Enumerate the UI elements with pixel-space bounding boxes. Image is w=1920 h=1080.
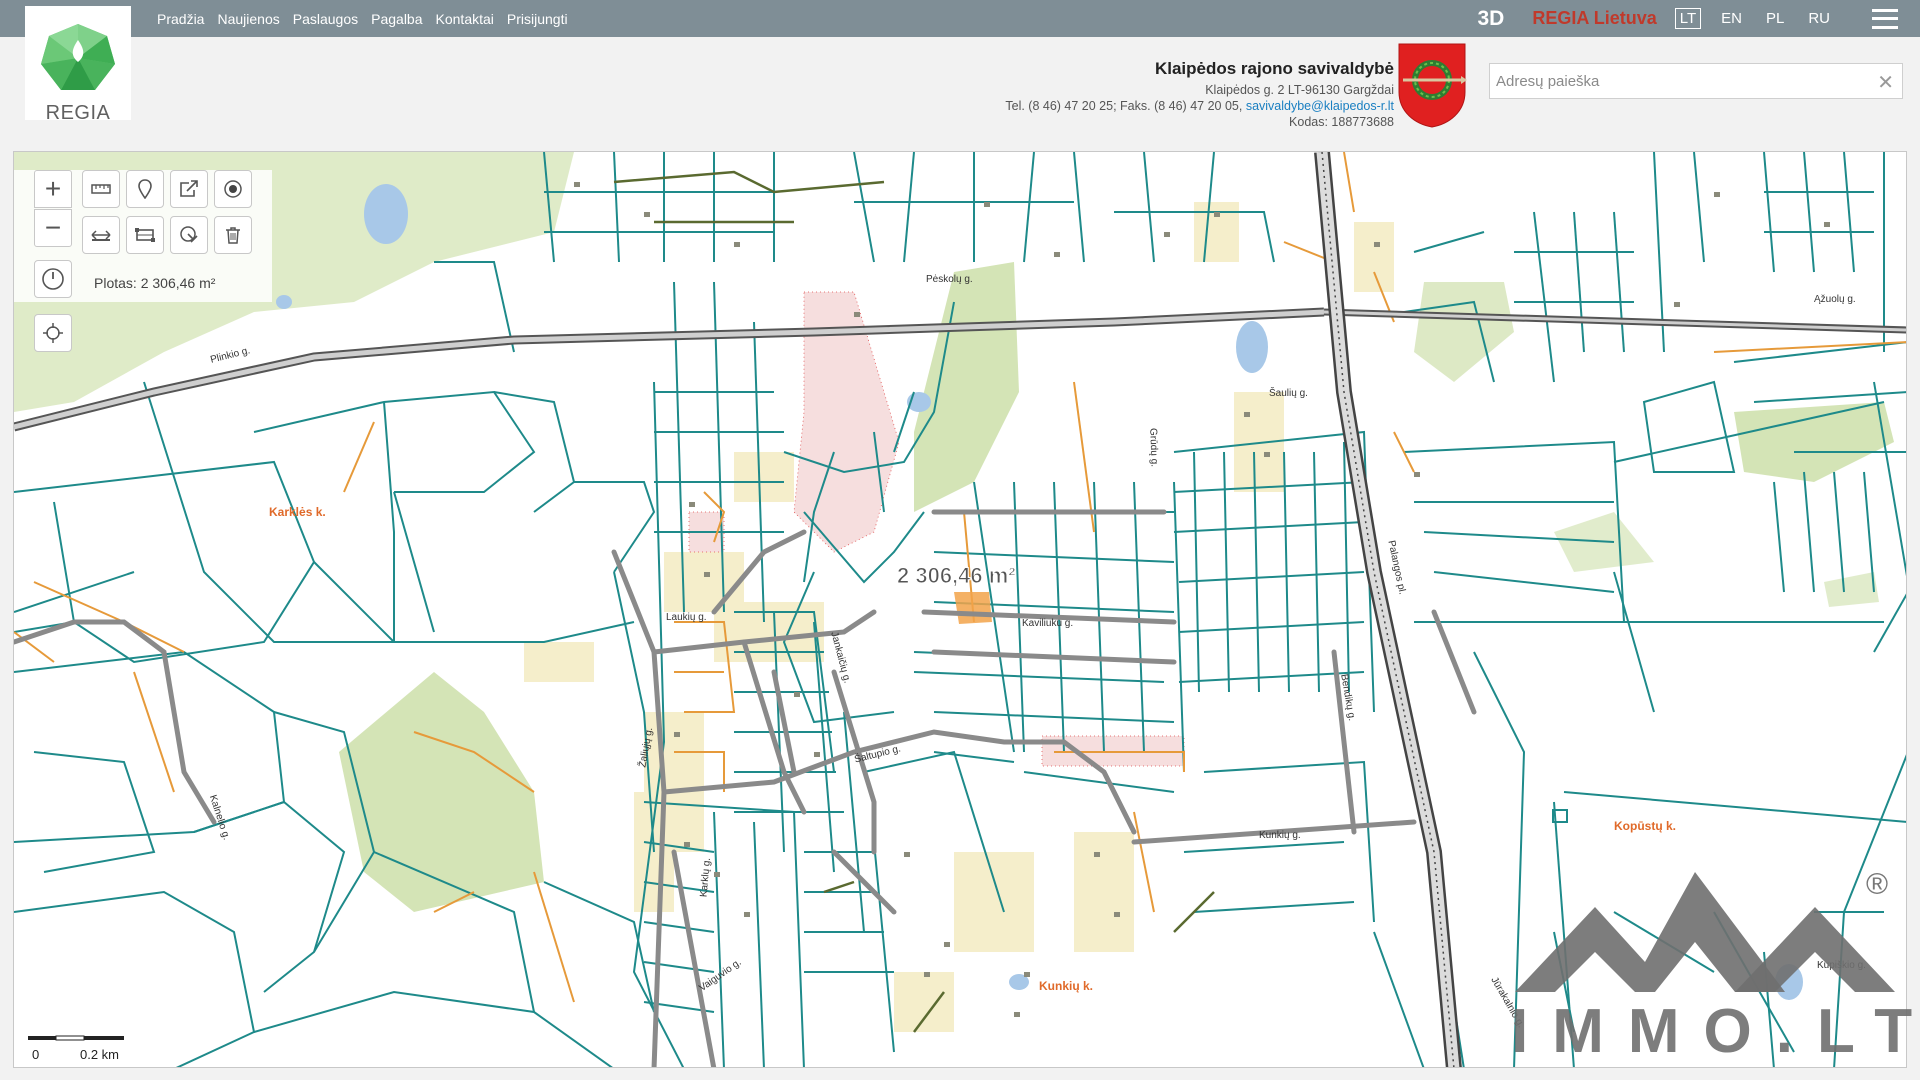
selected-parcel	[954, 592, 992, 624]
street-label: Kaviliuku g.	[1022, 618, 1074, 629]
lang-pl[interactable]: PL	[1762, 9, 1788, 28]
history-icon-svg	[42, 268, 64, 290]
location-icon[interactable]	[214, 170, 252, 208]
measure-radius-icon-svg	[180, 226, 198, 243]
street-label: Šaulių g.	[1269, 388, 1308, 399]
share-icon[interactable]	[170, 170, 208, 208]
municipality-code: Kodas: 188773688	[1289, 115, 1394, 129]
street-label: Ąžuolų g.	[1814, 294, 1856, 305]
scale-zero-label: 0	[32, 1047, 40, 1062]
nav-naujienos[interactable]: Naujienos	[217, 11, 279, 27]
lang-ru[interactable]: RU	[1804, 9, 1834, 28]
municipality-phones: Tel. (8 46) 47 20 25; Faks. (8 46) 47 20…	[1005, 99, 1243, 113]
clear-search-icon[interactable]: ✕	[1877, 70, 1894, 95]
street-label: Grūdų g.	[1147, 427, 1160, 468]
marker-icon-svg	[138, 179, 152, 199]
history-icon[interactable]	[34, 260, 72, 298]
place-label-karkles: Karklės k.	[269, 505, 326, 519]
municipality-title: Klaipėdos rajono savivaldybė	[1154, 59, 1394, 78]
measure-area-icon-svg	[135, 228, 155, 242]
ruler-icon[interactable]	[82, 170, 120, 208]
nav-pagalba[interactable]: Pagalba	[371, 11, 422, 27]
registered-mark: ®	[1866, 868, 1889, 901]
marker-icon[interactable]	[126, 170, 164, 208]
measure-line-icon-svg	[91, 230, 111, 241]
lang-lt[interactable]: LT	[1674, 8, 1702, 29]
measure-area-icon[interactable]	[126, 216, 164, 254]
lang-en[interactable]: EN	[1717, 9, 1746, 28]
municipality-email-link[interactable]: savivaldybe@klaipedos-r.lt	[1246, 99, 1394, 113]
area-readout: Plotas: 2 306,46 m²	[94, 275, 216, 291]
locate-icon-svg	[43, 323, 63, 343]
municipality-info: Klaipėdos rajono savivaldybė Klaipėdos g…	[1005, 58, 1394, 130]
top-bar: Pradžia Naujienos Paslaugos Pagalba Kont…	[0, 0, 1920, 37]
locate-icon[interactable]	[34, 314, 72, 352]
scale-bar	[28, 1035, 124, 1041]
menu-icon[interactable]	[1872, 8, 1898, 29]
nav-paslaugos[interactable]: Paslaugos	[293, 11, 358, 27]
nav-kontaktai[interactable]: Kontaktai	[436, 11, 494, 27]
place-label-kopustu: Kopūstų k.	[1614, 819, 1676, 833]
street-label: Laukių g.	[666, 612, 707, 623]
place-label-kunkiu: Kunkių k.	[1039, 979, 1094, 993]
immo-watermark-text: IMMO.LT	[1511, 997, 1920, 1066]
trash-icon[interactable]	[214, 216, 252, 254]
coat-of-arms-icon	[1398, 43, 1467, 128]
address-search: ✕	[1489, 63, 1903, 99]
green-areas	[14, 152, 1894, 912]
regia-logo[interactable]: REGIA	[25, 6, 131, 124]
nav-pradzia[interactable]: Pradžia	[157, 11, 204, 27]
top-right-controls: 3D REGIA Lietuva LT EN PL RU	[1478, 0, 1920, 37]
regia-lietuva-link[interactable]: REGIA Lietuva	[1532, 8, 1656, 29]
municipality-address: Klaipėdos g. 2 LT-96130 Gargždai	[1205, 83, 1394, 97]
trash-icon-svg	[226, 227, 240, 244]
street-label: Pėskolų g.	[926, 274, 973, 285]
scale-distance-label: 0.2 km	[80, 1047, 120, 1062]
zoom-out-button[interactable]: −	[34, 209, 72, 247]
regia-logo-text: REGIA	[45, 102, 111, 124]
regia-logo-icon	[41, 24, 115, 90]
ruler-icon-svg	[91, 184, 111, 194]
zoom-in-button[interactable]: +	[34, 170, 72, 208]
area-measurement-label: 2 306,46 m²	[897, 563, 1017, 589]
location-icon-svg	[224, 180, 242, 198]
nav-prisijungti[interactable]: Prisijungti	[507, 11, 568, 27]
street-label: Kunkių g.	[1259, 830, 1301, 841]
share-icon-svg	[180, 180, 198, 197]
main-nav: Pradžia Naujienos Paslaugos Pagalba Kont…	[157, 0, 568, 37]
measure-line-icon[interactable]	[82, 216, 120, 254]
measure-radius-icon[interactable]	[170, 216, 208, 254]
3d-button[interactable]: 3D	[1478, 7, 1505, 31]
municipality-contacts: Tel. (8 46) 47 20 25; Faks. (8 46) 47 20…	[1005, 98, 1394, 114]
address-search-input[interactable]	[1490, 64, 1860, 98]
